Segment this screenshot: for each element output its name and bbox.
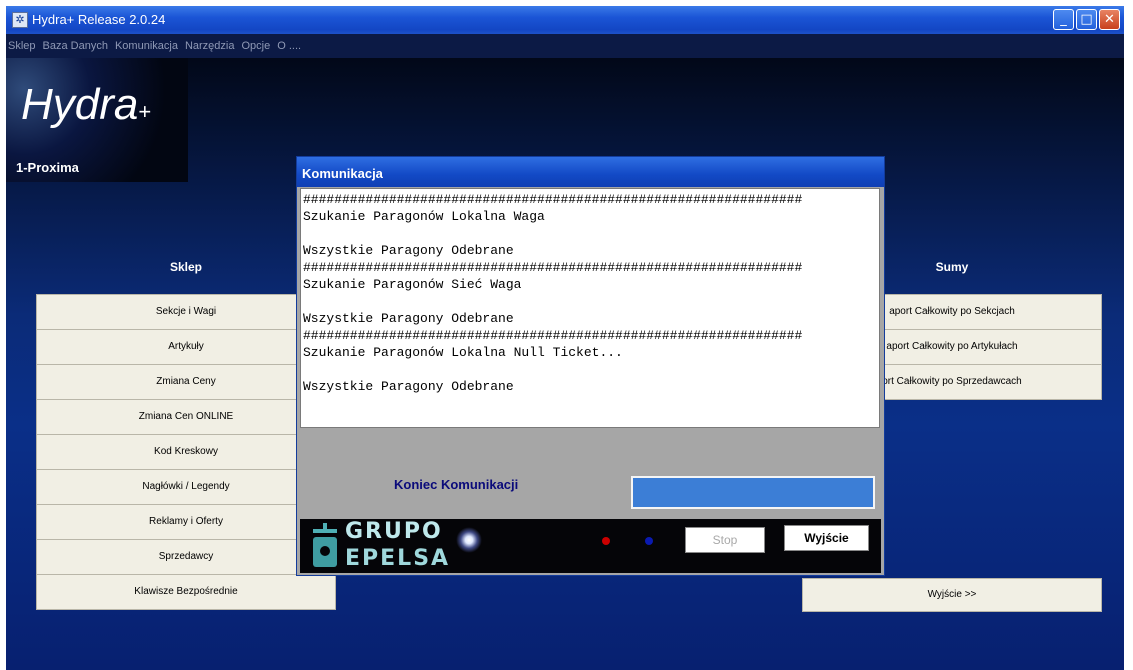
log-line: ########################################… <box>303 260 803 275</box>
red-led-icon <box>602 537 610 545</box>
artykuly-button[interactable]: Artykuły <box>36 329 336 365</box>
hydra-logo: Hydra+ 1-Proxima <box>6 58 188 182</box>
title-bar: ✲ Hydra+ Release 2.0.24 _ □ ✕ <box>6 6 1124 34</box>
progress-bar <box>631 476 875 509</box>
exit-app-button[interactable]: Wyjście >> <box>802 578 1102 612</box>
log-line: Wszystkie Paragony Odebrane <box>303 311 514 326</box>
klawisze-bezposrednie-button[interactable]: Klawisze Bezpośrednie <box>36 574 336 610</box>
close-button[interactable]: ✕ <box>1099 9 1120 30</box>
window-title: Hydra+ Release 2.0.24 <box>32 12 166 27</box>
spark-icon <box>456 527 482 553</box>
dialog-title: Komunikacja <box>297 157 884 187</box>
menu-sklep[interactable]: Sklep <box>8 34 36 58</box>
status-text: Koniec Komunikacji <box>394 477 519 492</box>
log-line: Szukanie Paragonów Lokalna Null Ticket..… <box>303 345 623 360</box>
brand-line1: GRUPO <box>345 519 443 544</box>
menu-bar: Sklep Baza Danych Komunikacja Narzędzia … <box>6 34 1124 58</box>
scale-icon <box>313 523 337 567</box>
menu-baza-danych[interactable]: Baza Danych <box>43 34 108 58</box>
communication-dialog: Komunikacja ############################… <box>296 156 885 576</box>
store-name: 1-Proxima <box>16 160 79 175</box>
blue-led-icon <box>645 537 653 545</box>
brand-line2: EPELSA <box>345 546 451 571</box>
log-line: Szukanie Paragonów Sieć Waga <box>303 277 522 292</box>
menu-about[interactable]: O .... <box>277 34 301 58</box>
zmiana-ceny-button[interactable]: Zmiana Ceny <box>36 364 336 400</box>
minimize-button[interactable]: _ <box>1053 9 1074 30</box>
zmiana-cen-online-button[interactable]: Zmiana Cen ONLINE <box>36 399 336 435</box>
stop-button[interactable]: Stop <box>685 527 765 553</box>
log-line: ########################################… <box>303 328 803 343</box>
logo-name: Hydra <box>21 80 139 129</box>
log-line: ########################################… <box>303 192 803 207</box>
log-line: Szukanie Paragonów Lokalna Waga <box>303 209 545 224</box>
sprzedawcy-button[interactable]: Sprzedawcy <box>36 539 336 575</box>
reklamy-i-oferty-button[interactable]: Reklamy i Oferty <box>36 504 336 540</box>
logo-plus: + <box>138 99 152 124</box>
naglowki-legendy-button[interactable]: Nagłówki / Legendy <box>36 469 336 505</box>
kod-kreskowy-button[interactable]: Kod Kreskowy <box>36 434 336 470</box>
menu-opcje[interactable]: Opcje <box>241 34 270 58</box>
log-line: Wszystkie Paragony Odebrane <box>303 243 514 258</box>
dialog-exit-button[interactable]: Wyjście <box>784 525 869 551</box>
app-icon: ✲ <box>12 12 28 28</box>
maximize-button[interactable]: □ <box>1076 9 1097 30</box>
grupo-epelsa-logo: GRUPO EPELSA <box>309 519 504 575</box>
sekcje-i-wagi-button[interactable]: Sekcje i Wagi <box>36 294 336 330</box>
sklep-heading: Sklep <box>169 260 202 274</box>
menu-narzedzia[interactable]: Narzędzia <box>185 34 235 58</box>
menu-komunikacja[interactable]: Komunikacja <box>115 34 178 58</box>
log-output[interactable]: ########################################… <box>300 188 880 428</box>
log-line: Wszystkie Paragony Odebrane <box>303 379 514 394</box>
